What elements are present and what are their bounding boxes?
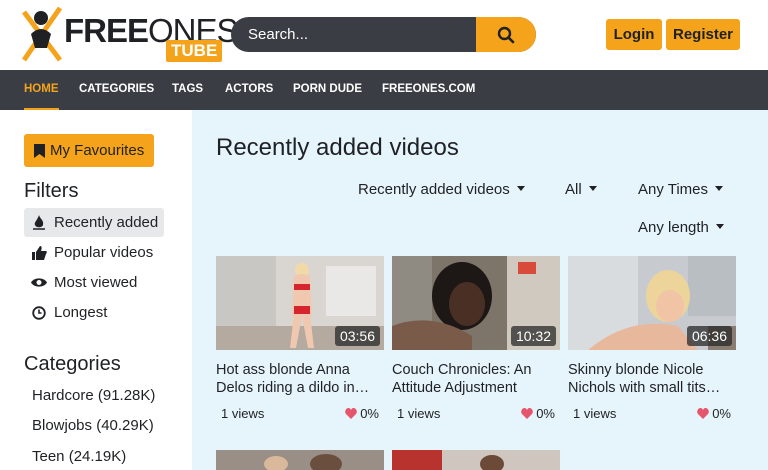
length-dropdown[interactable]: Any length: [638, 219, 724, 236]
video-views: 1 views: [221, 406, 265, 421]
search-icon: [497, 26, 515, 43]
video-rating: 0%: [697, 406, 731, 421]
nav-home[interactable]: HOME: [24, 70, 59, 110]
eye-icon: [31, 277, 47, 288]
heart-icon: [697, 408, 710, 419]
video-views: 1 views: [397, 406, 441, 421]
video-title[interactable]: Skinny blonde Nicole Nichols with small t…: [568, 361, 736, 397]
thumbnail-image: [392, 450, 560, 470]
video-card[interactable]: 10:32 Couch Chronicles: An Attitude Adjus…: [392, 256, 560, 426]
video-rating: 0%: [345, 406, 379, 421]
video-thumbnail[interactable]: [392, 450, 560, 470]
logo-icon: [21, 6, 63, 62]
filters-heading: Filters: [24, 180, 79, 202]
register-button[interactable]: Register: [666, 19, 740, 50]
site-header: FREEONES TUBE Login Register: [0, 0, 768, 70]
thumbs-up-icon: [31, 245, 47, 260]
nav-freeones[interactable]: FREEONES.COM: [382, 70, 475, 110]
main-nav: HOME CATEGORIES TAGS ACTORS PORN DUDE FR…: [0, 70, 768, 110]
main-content: Recently added videos Recently added vid…: [192, 110, 768, 470]
sidebar: My Favourites Filters Recently added Pop…: [0, 110, 192, 470]
video-thumbnail[interactable]: 03:56: [216, 256, 384, 350]
video-thumbnail[interactable]: 10:32: [392, 256, 560, 350]
sort-dropdown[interactable]: Recently added videos: [358, 181, 525, 198]
search-bar: [231, 17, 536, 52]
filter-recently-added[interactable]: Recently added: [24, 208, 164, 237]
filter-label: Longest: [54, 304, 108, 321]
bookmark-icon: [34, 143, 45, 158]
video-thumbnail[interactable]: 06:36: [568, 256, 736, 350]
filter-most-viewed[interactable]: Most viewed: [24, 268, 164, 297]
video-card[interactable]: 03:56 Hot ass blonde Anna Delos riding a …: [216, 256, 384, 426]
categories-heading: Categories: [24, 353, 121, 375]
logo-tube-badge: TUBE: [166, 40, 223, 62]
page-title: Recently added videos: [216, 134, 459, 161]
thumbnail-image: [216, 450, 384, 470]
caret-down-icon: [588, 186, 597, 191]
video-title[interactable]: Hot ass blonde Anna Delos riding a dildo …: [216, 361, 384, 397]
category-hardcore[interactable]: Hardcore (91.28K): [32, 387, 155, 404]
filter-popular-videos[interactable]: Popular videos: [24, 238, 164, 267]
search-button[interactable]: [476, 17, 536, 52]
video-card[interactable]: 06:36 Skinny blonde Nicole Nichols with s…: [568, 256, 736, 426]
filter-label: Popular videos: [54, 244, 154, 261]
filter-label: Recently added: [54, 214, 159, 231]
video-duration: 06:36: [686, 326, 732, 346]
time-dropdown[interactable]: Any Times: [638, 181, 724, 198]
search-input[interactable]: [231, 17, 476, 52]
video-title[interactable]: Couch Chronicles: An Attitude Adjustment: [392, 361, 560, 397]
caret-down-icon: [715, 224, 724, 229]
login-button[interactable]: Login: [606, 19, 662, 50]
nav-tags[interactable]: TAGS: [172, 70, 203, 110]
video-views: 1 views: [573, 406, 617, 421]
category-teen[interactable]: Teen (24.19K): [32, 448, 126, 465]
clock-icon: [31, 305, 47, 320]
heart-icon: [521, 408, 534, 419]
filter-longest[interactable]: Longest: [24, 298, 164, 327]
filter-label: Most viewed: [54, 274, 138, 291]
heart-icon: [345, 408, 358, 419]
video-duration: 10:32: [510, 326, 556, 346]
nav-actors[interactable]: ACTORS: [225, 70, 273, 110]
video-thumbnail[interactable]: [216, 450, 384, 470]
quality-dropdown[interactable]: All: [565, 181, 597, 198]
flame-icon: [31, 215, 47, 230]
caret-down-icon: [516, 186, 525, 191]
category-blowjobs[interactable]: Blowjobs (40.29K): [32, 417, 154, 434]
video-duration: 03:56: [334, 326, 380, 346]
site-logo[interactable]: FREEONES TUBE: [16, 4, 239, 64]
my-favourites-label: My Favourites: [50, 142, 145, 159]
my-favourites-button[interactable]: My Favourites: [24, 134, 154, 167]
nav-categories[interactable]: CATEGORIES: [79, 70, 154, 110]
video-rating: 0%: [521, 406, 555, 421]
nav-porn-dude[interactable]: PORN DUDE: [293, 70, 362, 110]
caret-down-icon: [715, 186, 724, 191]
